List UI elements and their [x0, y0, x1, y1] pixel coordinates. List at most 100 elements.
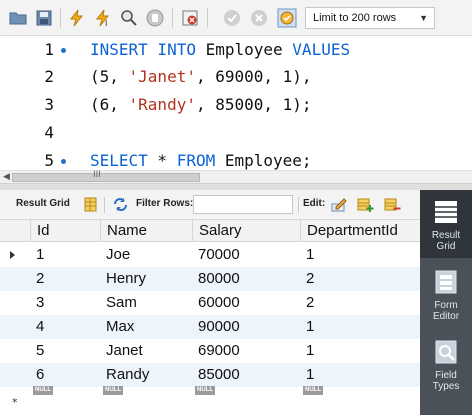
- table-row[interactable]: 3 Sam 60000 2: [0, 291, 420, 315]
- stop-hand-icon[interactable]: [145, 8, 165, 28]
- new-row-asterisk: *: [12, 396, 18, 409]
- sql-keyword: FROM: [176, 151, 216, 170]
- code-line-1: 1 INSERT INTO Employee VALUES: [0, 36, 472, 64]
- null-badge: NULL: [103, 386, 123, 395]
- cell-salary[interactable]: 90000: [192, 315, 240, 339]
- sql-values: , 69000, 1),: [195, 67, 312, 86]
- cell-salary[interactable]: 60000: [192, 291, 240, 315]
- cell-name[interactable]: Janet: [100, 339, 143, 363]
- result-side-panel: Result Grid Form Editor Field Types: [420, 190, 472, 415]
- cell-id[interactable]: 6: [30, 363, 44, 387]
- svg-text:I: I: [105, 19, 107, 28]
- form-editor-icon: [432, 268, 460, 296]
- cell-departmentid[interactable]: 2: [300, 291, 314, 315]
- sql-identifier: Employee: [195, 40, 293, 59]
- result-grid-icon: [432, 198, 460, 226]
- side-tab-result-grid[interactable]: Result Grid: [420, 190, 472, 258]
- code-text: (6, 'Randy', 85000, 1);: [90, 91, 312, 119]
- cell-departmentid[interactable]: 1: [300, 315, 314, 339]
- scroll-left-arrow-icon[interactable]: ◀: [3, 172, 10, 182]
- cell-id[interactable]: 2: [30, 267, 44, 291]
- cell-salary[interactable]: 85000: [192, 363, 240, 387]
- cell-id[interactable]: 3: [30, 291, 44, 315]
- sql-identifier: Employee;: [215, 151, 312, 170]
- refresh-arrows-icon[interactable]: [112, 196, 129, 213]
- commit-check-icon[interactable]: [222, 8, 242, 28]
- code-text: INSERT INTO Employee VALUES: [90, 36, 350, 64]
- column-header-departmentid[interactable]: DepartmentId: [300, 220, 420, 242]
- cell-id[interactable]: 4: [30, 315, 44, 339]
- column-header-salary[interactable]: Salary: [192, 220, 300, 242]
- null-badge: NULL: [303, 386, 323, 395]
- scrollbar-thumb[interactable]: III: [12, 170, 200, 182]
- current-row-marker: [0, 243, 30, 267]
- sql-editor-toolbar: I Limit to 200 rows ▼: [0, 0, 472, 36]
- scrollbar-grip: III: [93, 170, 101, 180]
- add-row-icon[interactable]: [357, 196, 374, 213]
- table-row[interactable]: 6 Randy 85000 1: [0, 363, 420, 387]
- new-row[interactable]: NULL NULL NULL NULL *: [0, 386, 420, 415]
- table-row[interactable]: 2 Henry 80000 2: [0, 267, 420, 291]
- column-header-id[interactable]: Id: [30, 220, 100, 242]
- cell-salary[interactable]: 70000: [192, 243, 240, 267]
- edit-cell-icon[interactable]: [330, 196, 347, 213]
- sql-keyword: SELECT: [90, 151, 148, 170]
- sql-keyword: INSERT INTO: [90, 40, 196, 59]
- cell-name[interactable]: Joe: [100, 243, 130, 267]
- cell-name[interactable]: Max: [100, 315, 134, 339]
- side-tab-label: Form Editor: [432, 300, 460, 322]
- toggle-error-icon[interactable]: [180, 8, 200, 28]
- autocommit-toggle-icon[interactable]: [277, 8, 297, 28]
- cell-salary[interactable]: 69000: [192, 339, 240, 363]
- edit-label: Edit:: [303, 198, 326, 209]
- grid-header: Id Name Salary DepartmentId: [0, 220, 420, 242]
- sql-values: , 85000, 1);: [195, 95, 312, 114]
- cell-salary[interactable]: 80000: [192, 267, 240, 291]
- limit-rows-value: Limit to 200 rows: [313, 12, 397, 24]
- chevron-down-icon: ▼: [419, 13, 428, 23]
- result-grid[interactable]: Id Name Salary DepartmentId 1 Joe 70000 …: [0, 220, 420, 415]
- delete-row-icon[interactable]: [384, 196, 401, 213]
- line-number: 3: [44, 95, 54, 114]
- explain-magnifier-icon[interactable]: [119, 8, 139, 28]
- code-text: (5, 'Janet', 69000, 1),: [90, 63, 312, 91]
- side-tab-label: Result Grid: [431, 230, 461, 252]
- sql-editor[interactable]: 1 INSERT INTO Employee VALUES 2 (5, 'Jan…: [0, 36, 472, 170]
- sql-values: (5,: [90, 67, 129, 86]
- horizontal-scrollbar[interactable]: ◀ III: [0, 170, 472, 184]
- table-row[interactable]: 4 Max 90000 1: [0, 315, 420, 339]
- cell-departmentid[interactable]: 1: [300, 243, 314, 267]
- rollback-x-icon[interactable]: [249, 8, 269, 28]
- toolbar-separator: [298, 197, 299, 213]
- cell-departmentid[interactable]: 1: [300, 363, 314, 387]
- cell-name[interactable]: Henry: [100, 267, 146, 291]
- cell-id[interactable]: 5: [30, 339, 44, 363]
- grid-layout-icon[interactable]: [82, 196, 99, 213]
- cell-id[interactable]: 1: [30, 243, 44, 267]
- save-icon[interactable]: [34, 8, 54, 28]
- execute-lightning-icon[interactable]: [67, 8, 87, 28]
- execute-current-lightning-icon[interactable]: I: [93, 8, 113, 28]
- side-tab-form-editor[interactable]: Form Editor: [420, 260, 472, 328]
- sql-keyword: VALUES: [292, 40, 351, 59]
- open-folder-icon[interactable]: [8, 8, 28, 28]
- side-tab-field-types[interactable]: Field Types: [420, 330, 472, 398]
- null-badge: NULL: [33, 386, 53, 395]
- cell-departmentid[interactable]: 1: [300, 339, 314, 363]
- code-line-4: 4: [0, 119, 472, 147]
- toolbar-separator: [104, 197, 105, 213]
- code-line-2: 2 (5, 'Janet', 69000, 1),: [0, 63, 472, 91]
- cell-name[interactable]: Sam: [100, 291, 137, 315]
- table-row[interactable]: 5 Janet 69000 1: [0, 339, 420, 363]
- line-number: 2: [44, 67, 54, 86]
- cell-name[interactable]: Randy: [100, 363, 149, 387]
- limit-rows-select[interactable]: Limit to 200 rows ▼: [305, 7, 435, 29]
- table-row[interactable]: 1 Joe 70000 1: [0, 243, 420, 267]
- cell-departmentid[interactable]: 2: [300, 267, 314, 291]
- filter-rows-input[interactable]: [193, 195, 293, 214]
- column-header-name[interactable]: Name: [100, 220, 192, 242]
- line-number: 1: [44, 40, 54, 59]
- sql-operator: *: [147, 151, 177, 170]
- statement-marker-icon: [61, 48, 66, 53]
- side-tab-label: Field Types: [432, 370, 460, 392]
